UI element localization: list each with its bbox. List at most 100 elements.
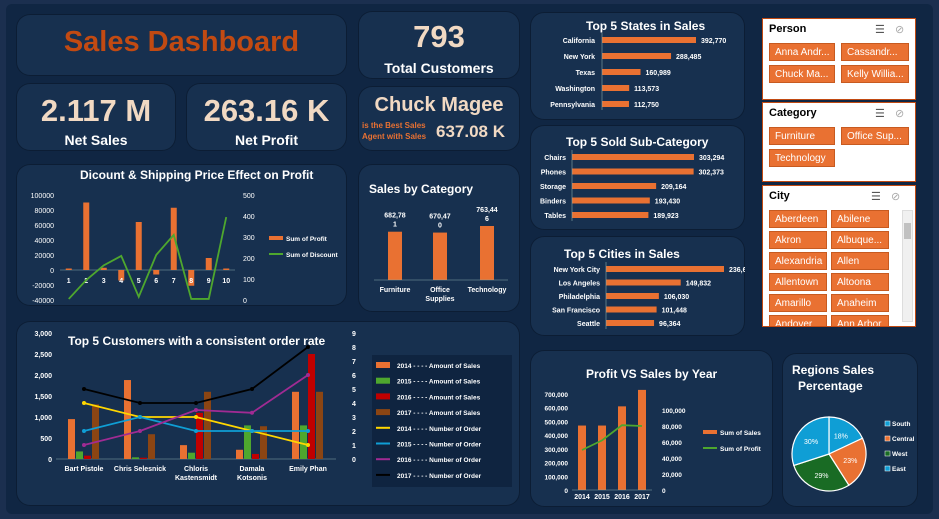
y2-tick-label: 20,000 <box>662 472 682 479</box>
x-tick-label: 6 <box>154 278 158 285</box>
clear-filter-icon[interactable]: ⊘ <box>895 107 904 120</box>
city-item[interactable]: Allen <box>831 252 889 270</box>
best-agent-caption-2: Agent with Sales <box>362 132 427 141</box>
person-item[interactable]: Kelly Willia... <box>841 65 909 83</box>
city-item[interactable]: Albuque... <box>831 231 889 249</box>
y-tick-label: 2,500 <box>34 352 52 359</box>
person-item[interactable]: Anna Andr... <box>769 43 835 61</box>
total-customers-label: Total Customers <box>384 60 494 76</box>
y-tick-label: 40000 <box>35 238 55 245</box>
scroll-thumb[interactable] <box>904 223 911 239</box>
data-label: 96,364 <box>659 321 681 328</box>
category-slicer[interactable]: Category ☰ ⊘ Furniture Office Sup... Tec… <box>762 102 916 182</box>
best-agent-caption-1: is the Best Sales <box>362 121 426 130</box>
data-label: 288,485 <box>676 54 701 61</box>
multi-select-icon[interactable]: ☰ <box>875 107 885 120</box>
legend-label: 2015 - - - - Number of Order <box>397 442 482 449</box>
multi-select-icon[interactable]: ☰ <box>875 23 885 36</box>
y2-tick-label: 200 <box>243 256 255 263</box>
x-tick-label: 2015 <box>594 494 610 501</box>
point <box>194 408 198 412</box>
bar <box>308 354 315 459</box>
category-label: Storage <box>540 184 566 191</box>
y2-tick-label: 9 <box>352 331 356 338</box>
category-label: Bart Pistole <box>65 466 104 473</box>
clear-filter-icon[interactable]: ⊘ <box>895 23 904 36</box>
person-slicer[interactable]: Person ☰ ⊘ Anna Andr... Cassandr... Chuc… <box>762 18 916 100</box>
clear-filter-icon[interactable]: ⊘ <box>891 190 900 203</box>
city-item[interactable]: Andover <box>769 315 827 326</box>
point <box>82 387 86 391</box>
regions-card: Regions Sales Percentage 18% 23% 29% 30% Sou… <box>782 353 918 507</box>
category-label: New York City <box>554 267 601 274</box>
y2-tick-label: 100 <box>243 277 255 284</box>
y-tick-label: 1,500 <box>34 394 52 401</box>
multi-select-icon[interactable]: ☰ <box>871 190 881 203</box>
point <box>306 429 310 433</box>
person-item[interactable]: Chuck Ma... <box>769 65 835 83</box>
category-label: Emily Phan <box>289 466 327 473</box>
city-item[interactable]: Amarillo <box>769 294 827 312</box>
x-tick-label: 1 <box>67 278 71 285</box>
city-item[interactable]: Abilene <box>831 210 889 228</box>
y-tick-label: -20000 <box>32 283 54 290</box>
data-label: 0 <box>438 223 442 230</box>
data-label: 763,44 <box>476 207 498 214</box>
category-label: Technology <box>468 287 507 294</box>
y2-tick-label: 0 <box>243 298 247 305</box>
city-scrollbar[interactable] <box>902 210 913 322</box>
bar <box>196 412 203 459</box>
net-sales-value: 2.117 M <box>40 93 152 128</box>
cities-chart: New York City 236,646 Los Angeles 149,832 Ph… <box>552 262 745 329</box>
legend-label: East <box>892 466 907 473</box>
y-tick-label: 600,000 <box>545 406 569 413</box>
y2-tick-label: 1 <box>352 443 356 450</box>
bar <box>572 154 694 160</box>
sales-by-category-card: Sales by Category 682,78 1 Furniture 670,47… <box>358 164 520 312</box>
category-label: New York <box>564 54 595 61</box>
y-tick-label: 60000 <box>35 223 55 230</box>
bar <box>602 53 672 59</box>
subcategory-chart: Chairs 303,294 Phones 302,373 Storage 209,164… <box>540 150 724 221</box>
point <box>138 429 142 433</box>
legend-swatch <box>884 420 891 427</box>
y2-tick-label: 40,000 <box>662 456 682 463</box>
legend-label: 2015 - - - - Amount of Sales <box>397 379 481 386</box>
legend-box <box>372 355 512 487</box>
city-item[interactable]: Altoona <box>831 273 889 291</box>
bar <box>68 419 75 459</box>
bar <box>153 270 160 275</box>
y-tick-label: 20000 <box>35 253 55 260</box>
city-item[interactable]: Allentown <box>769 273 827 291</box>
city-item[interactable]: Aberdeen <box>769 210 827 228</box>
category-item[interactable]: Furniture <box>769 127 835 145</box>
y2-tick-label: 0 <box>662 488 666 495</box>
city-item[interactable]: Anaheim <box>831 294 889 312</box>
point <box>250 410 254 415</box>
category-item[interactable]: Office Sup... <box>841 127 909 145</box>
person-item[interactable]: Cassandr... <box>841 43 909 61</box>
data-label: 682,78 <box>384 213 406 220</box>
category-label: Supplies <box>425 296 454 303</box>
bar <box>223 268 230 270</box>
point <box>138 401 142 405</box>
customers-chart: 3,000 2,500 2,000 1,500 1,000 500 0 9 8 7 6 5 4 3 2 1 0 B… <box>34 331 512 487</box>
y2-tick-label: 5 <box>352 387 356 394</box>
legend-swatch <box>269 236 283 240</box>
city-slicer[interactable]: City ☰ ⊘ Aberdeen Abilene Akron Albuque... A… <box>762 185 916 327</box>
legend-swatch <box>376 409 390 416</box>
city-item[interactable]: Akron <box>769 231 827 249</box>
data-label: 209,164 <box>661 184 686 191</box>
y-tick-label: 0 <box>48 457 52 464</box>
category-item[interactable]: Technology <box>769 149 835 167</box>
city-item[interactable]: Ann Arbor <box>831 315 889 326</box>
slice-label: 29% <box>814 473 828 480</box>
person-slicer-header: Person <box>769 23 807 35</box>
discount-profit-card: Dicount & Shipping Price Effect on Profi… <box>16 164 347 306</box>
city-item[interactable]: Alexandria <box>769 252 827 270</box>
total-customers-card: 793 Total Customers <box>358 11 520 79</box>
data-label: 160,989 <box>646 70 671 77</box>
category-label: Chris Selesnick <box>114 466 166 473</box>
y-tick-label: 3,000 <box>34 331 52 338</box>
y-tick-label: 700,000 <box>545 392 569 399</box>
